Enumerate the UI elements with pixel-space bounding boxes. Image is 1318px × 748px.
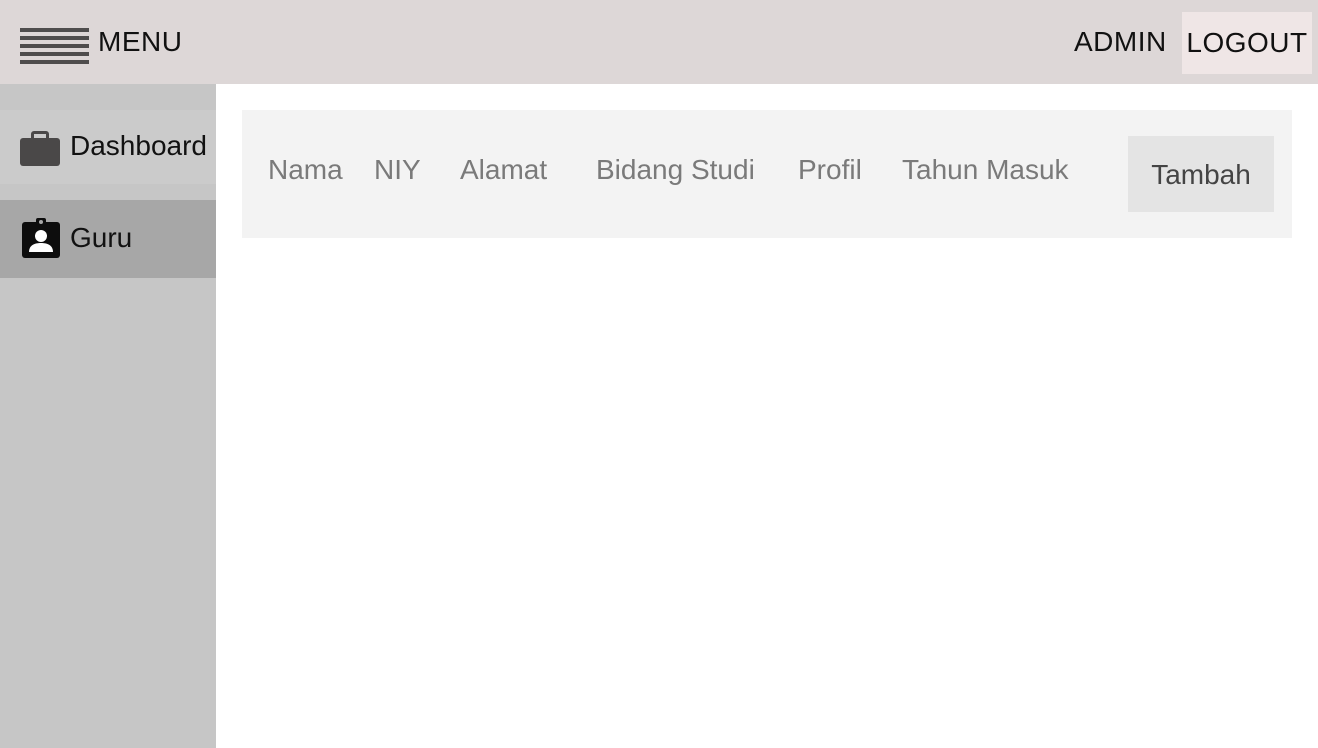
add-button[interactable]: Tambah (1128, 136, 1274, 212)
sidebar-item-dashboard[interactable]: Dashboard (0, 110, 216, 184)
column-header-profil: Profil (798, 154, 862, 185)
sidebar-item-label: Dashboard (70, 130, 207, 161)
user-label: ADMIN (1074, 26, 1167, 57)
menu-label: MENU (98, 26, 183, 57)
logout-button[interactable]: LOGOUT (1182, 12, 1312, 74)
table-header: Nama NIY Alamat Bidang Studi Profil Tahu… (242, 110, 1292, 238)
badge-person-icon (22, 218, 60, 258)
column-header-nama: Nama (268, 154, 343, 185)
menu-toggle-button[interactable]: MENU (20, 20, 190, 64)
sidebar-item-guru[interactable]: Guru (0, 200, 216, 278)
column-header-bidang-studi: Bidang Studi (596, 154, 755, 185)
sidebar: Dashboard Guru (0, 84, 216, 748)
hamburger-icon (20, 24, 89, 64)
briefcase-icon (20, 131, 60, 166)
sidebar-item-label: Guru (70, 222, 133, 253)
column-header-niy: NIY (374, 154, 421, 185)
column-header-alamat: Alamat (460, 154, 548, 185)
top-bar: MENU ADMIN LOGOUT (0, 0, 1318, 84)
column-header-tahun-masuk: Tahun Masuk (902, 154, 1069, 185)
